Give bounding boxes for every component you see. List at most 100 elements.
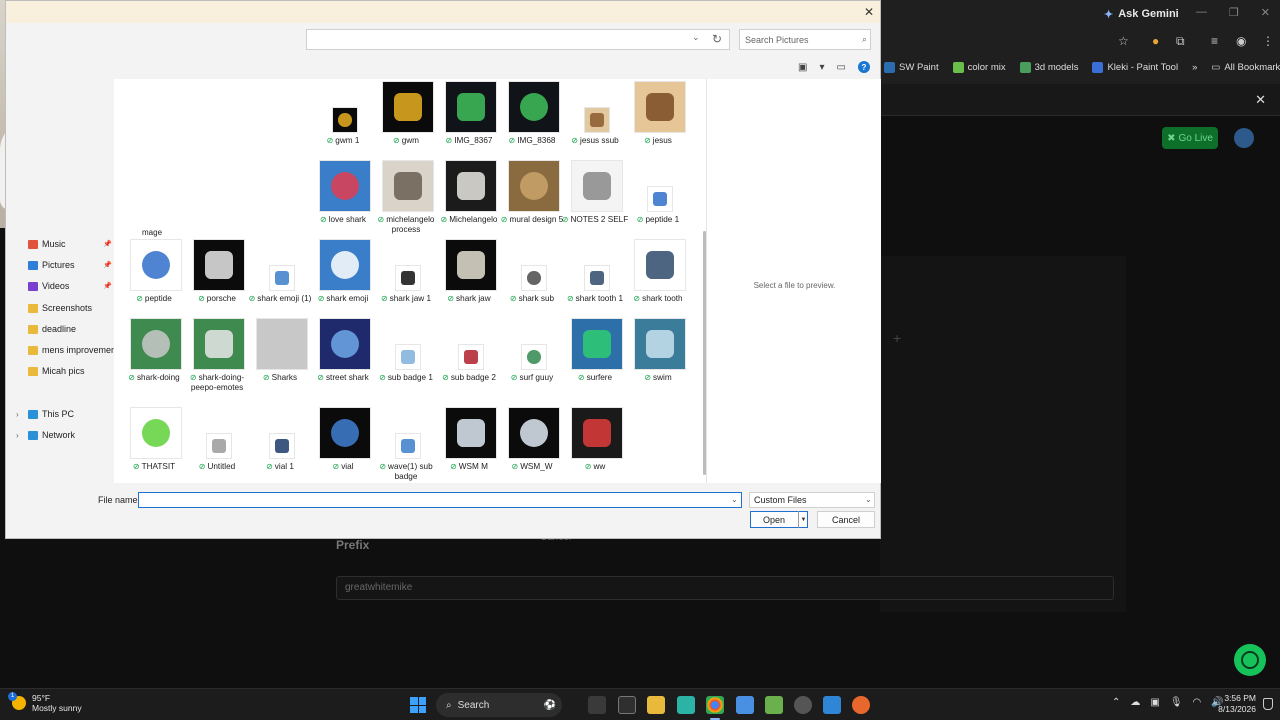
- stack-app-icon[interactable]: [765, 696, 783, 714]
- file-item[interactable]: ⊘ gwm 1: [311, 81, 375, 157]
- avatar[interactable]: [1234, 128, 1254, 148]
- open-options-icon[interactable]: ▼: [798, 511, 808, 528]
- close-window-icon[interactable]: ✕: [1261, 6, 1270, 19]
- profile-icon[interactable]: ◉: [1236, 34, 1246, 48]
- puzzle-icon[interactable]: ⧉: [1176, 34, 1185, 49]
- notepad-icon[interactable]: [618, 696, 636, 714]
- search-box[interactable]: ⌕: [739, 29, 871, 50]
- expand-icon[interactable]: ›: [16, 410, 19, 419]
- file-item[interactable]: ⊘ jesus ssub: [563, 81, 627, 157]
- nav-item[interactable]: deadline: [28, 320, 114, 338]
- minimize-icon[interactable]: —: [1196, 6, 1207, 19]
- firefox-icon[interactable]: [852, 696, 870, 714]
- prefix-input[interactable]: greatwhitemike: [336, 576, 1114, 600]
- chevron-up-icon[interactable]: ⌃: [1112, 697, 1120, 708]
- nav-item[interactable]: Screenshots: [28, 299, 114, 317]
- cloud-icon[interactable]: ☁: [1130, 697, 1140, 708]
- file-type-select[interactable]: Custom Files: [749, 492, 875, 508]
- file-item[interactable]: ⊘ WSM_W: [500, 407, 564, 483]
- file-item[interactable]: ⊘ jesus: [626, 81, 690, 157]
- nav-item[interactable]: › Network: [16, 426, 114, 444]
- all-bookmarks-button[interactable]: ▭ All Bookmarks: [1211, 62, 1280, 73]
- nav-item[interactable]: Micah pics: [28, 362, 114, 380]
- search-icon[interactable]: ⌕: [862, 34, 867, 45]
- file-item[interactable]: ⊘ shark jaw 1: [374, 239, 438, 315]
- cancel-button[interactable]: Cancel: [817, 511, 875, 528]
- document-icon[interactable]: [736, 696, 754, 714]
- nav-item[interactable]: mens improvement: [28, 341, 114, 359]
- view-dropdown-icon[interactable]: ▾: [819, 62, 824, 73]
- go-live-button[interactable]: ✖ Go Live: [1162, 127, 1218, 149]
- file-item[interactable]: ⊘ Sharks: [248, 318, 312, 394]
- help-button[interactable]: [1234, 644, 1266, 676]
- address-bar[interactable]: [306, 29, 730, 50]
- clock[interactable]: 3:56 PM 8/13/2026: [1210, 693, 1256, 715]
- plus-icon[interactable]: +: [893, 330, 901, 346]
- task-view-icon[interactable]: [588, 696, 606, 714]
- obs-icon[interactable]: [794, 696, 812, 714]
- file-explorer-icon[interactable]: [647, 696, 665, 714]
- nav-item[interactable]: Pictures 📌: [28, 256, 114, 274]
- address-dropdown-icon[interactable]: ⌄: [692, 32, 700, 43]
- file-item[interactable]: ⊘ shark-doing: [122, 318, 186, 394]
- nav-item[interactable]: Videos 📌: [28, 277, 114, 295]
- file-name-input[interactable]: [138, 492, 742, 508]
- file-item[interactable]: ⊘ Untitled: [185, 407, 249, 483]
- bookmarks-overflow-icon[interactable]: »: [1192, 62, 1197, 73]
- file-item[interactable]: ⊘ IMG_8367: [437, 81, 501, 157]
- app-icon[interactable]: [677, 696, 695, 714]
- nav-item[interactable]: › This PC: [16, 405, 114, 423]
- bookmark-item[interactable]: color mix: [952, 61, 1006, 73]
- chevron-down-icon[interactable]: ⌄: [865, 495, 872, 504]
- file-item[interactable]: ⊘ ww: [563, 407, 627, 483]
- file-name-dropdown-icon[interactable]: ⌄: [731, 495, 738, 504]
- file-item[interactable]: ⊘ sub badge 1: [374, 318, 438, 394]
- file-item[interactable]: ⊘ vial: [311, 407, 375, 483]
- close-dialog-icon[interactable]: ✕: [864, 5, 874, 19]
- bookmark-item[interactable]: 3d models: [1019, 61, 1078, 73]
- weather-widget[interactable]: 1 95°F Mostly sunny: [8, 692, 82, 713]
- file-item[interactable]: ⊘ shark jaw: [437, 239, 501, 315]
- file-item[interactable]: ⊘ Michelangelo: [437, 160, 501, 236]
- ask-gemini-button[interactable]: ✦ Ask Gemini: [1104, 5, 1179, 23]
- notification-bell-icon[interactable]: [1263, 698, 1273, 710]
- chrome-icon[interactable]: [706, 696, 724, 714]
- file-item[interactable]: ⊘ wave(1) sub badge: [374, 407, 438, 483]
- file-item[interactable]: ⊘ shark emoji: [311, 239, 375, 315]
- file-item[interactable]: ⊘ mural design 5: [500, 160, 564, 236]
- preview-pane-icon[interactable]: ▭: [836, 62, 845, 73]
- file-item[interactable]: ⊘ michelangelo process: [374, 160, 438, 236]
- extension-icon[interactable]: ●: [1152, 34, 1159, 48]
- menu-icon[interactable]: ⋮: [1262, 34, 1274, 48]
- file-item[interactable]: ⊘ shark tooth: [626, 239, 690, 315]
- file-item[interactable]: ⊘ sub badge 2: [437, 318, 501, 394]
- file-item[interactable]: ⊘ shark sub: [500, 239, 564, 315]
- bookmark-item[interactable]: Kleki - Paint Tool: [1092, 61, 1178, 73]
- file-item[interactable]: ⊘ surf guuy: [500, 318, 564, 394]
- file-item[interactable]: ⊘ WSM M: [437, 407, 501, 483]
- file-item[interactable]: ⊘ IMG_8368: [500, 81, 564, 157]
- view-mode-icon[interactable]: ▣: [798, 62, 807, 73]
- taskbar-search[interactable]: ⌕ Search ⚽: [436, 693, 562, 717]
- file-item[interactable]: ⊘ swim: [626, 318, 690, 394]
- file-item[interactable]: ⊘ gwm: [374, 81, 438, 157]
- close-panel-icon[interactable]: ✕: [1255, 92, 1266, 108]
- file-item[interactable]: ⊘ peptide 1: [626, 160, 690, 236]
- microphone-icon[interactable]: 🎙: [1170, 697, 1183, 708]
- meet-icon[interactable]: ▣: [1150, 697, 1159, 708]
- bookmark-item[interactable]: SW Paint: [884, 61, 939, 73]
- file-item[interactable]: ⊘ street shark: [311, 318, 375, 394]
- star-icon[interactable]: ☆: [1118, 34, 1129, 48]
- expand-icon[interactable]: ›: [16, 431, 19, 440]
- wifi-icon[interactable]: ◠: [1193, 697, 1202, 708]
- file-item[interactable]: ⊘ porsche: [185, 239, 249, 315]
- start-button[interactable]: [410, 697, 426, 713]
- nav-item[interactable]: Music 📌: [28, 235, 114, 253]
- search-input[interactable]: [745, 34, 862, 45]
- maximize-icon[interactable]: ❐: [1229, 6, 1239, 19]
- paint-icon[interactable]: [823, 696, 841, 714]
- help-icon[interactable]: ?: [857, 61, 870, 73]
- file-item[interactable]: ⊘ shark emoji (1): [248, 239, 312, 315]
- file-item[interactable]: ⊘ THATSIT: [122, 407, 186, 483]
- file-item[interactable]: ⊘ love shark: [311, 160, 375, 236]
